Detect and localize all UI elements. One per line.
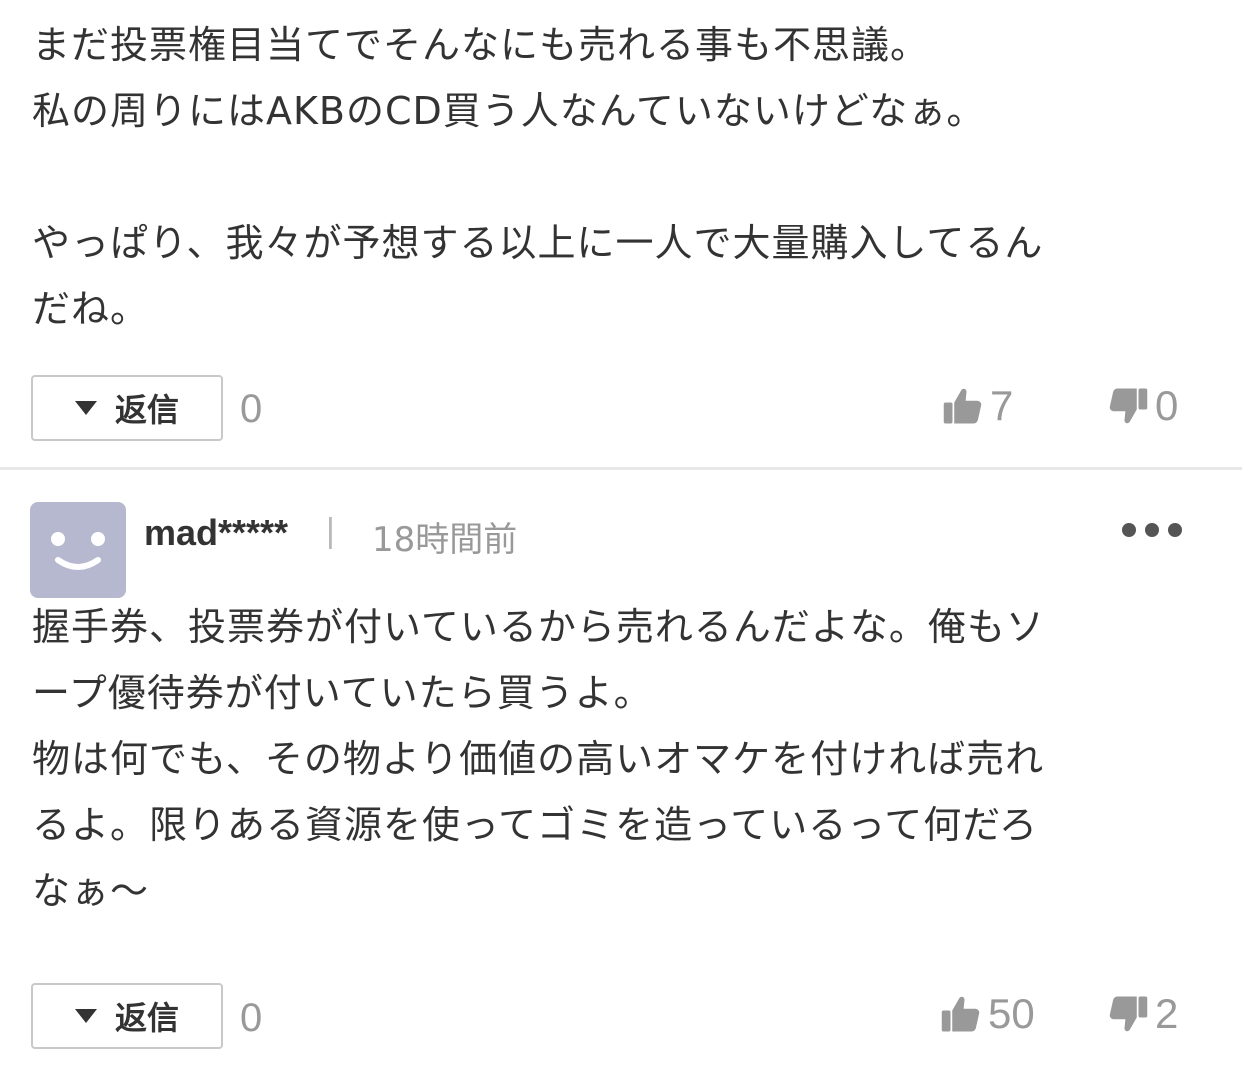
thumbs-down-icon <box>1107 385 1149 427</box>
menu-dot <box>1145 523 1159 537</box>
more-dots-icon[interactable] <box>1122 520 1186 540</box>
like-button[interactable]: 7 <box>942 382 1013 430</box>
reply-label: 返信 <box>114 999 179 1037</box>
thumbs-up-icon <box>940 993 982 1035</box>
username[interactable]: mad***** <box>144 512 288 554</box>
comment-item: mad***** | 18時間前 握手券、投票券が付いているから売れるんだよな。… <box>0 470 1242 1066</box>
dislike-count: 2 <box>1155 990 1179 1037</box>
reply-label: 返信 <box>114 391 179 429</box>
comment-item: まだ投票権目当てでそんなにも売れる事も不思議。 私の周りにはAKBのCD買う人な… <box>0 0 1242 468</box>
triangle-down-icon <box>74 401 97 415</box>
meta-separator: | <box>326 512 335 550</box>
thumbs-up-icon <box>942 385 984 427</box>
reply-button[interactable]: 返信 <box>31 375 223 441</box>
like-button[interactable]: 50 <box>940 990 1035 1038</box>
reply-button[interactable]: 返信 <box>31 983 223 1049</box>
comment-body: まだ投票権目当てでそんなにも売れる事も不思議。 私の周りにはAKBのCD買う人な… <box>32 23 1044 331</box>
comment-body: 握手券、投票券が付いているから売れるんだよな。俺もソ ープ優待券が付いていたら買… <box>32 605 1045 913</box>
menu-dot <box>1122 523 1136 537</box>
thumbs-down-icon <box>1107 993 1149 1035</box>
dislike-button[interactable]: 0 <box>1107 382 1178 430</box>
like-count: 50 <box>988 990 1035 1037</box>
like-count: 7 <box>990 382 1014 429</box>
reply-count: 0 <box>240 996 263 1040</box>
reply-count: 0 <box>240 387 263 431</box>
dislike-count: 0 <box>1155 382 1179 429</box>
timestamp: 18時間前 <box>372 520 518 560</box>
avatar[interactable] <box>30 502 126 598</box>
menu-dot <box>1168 523 1182 537</box>
dislike-button[interactable]: 2 <box>1107 990 1178 1038</box>
smiley-avatar-icon <box>30 502 126 598</box>
triangle-down-icon <box>74 1009 97 1023</box>
